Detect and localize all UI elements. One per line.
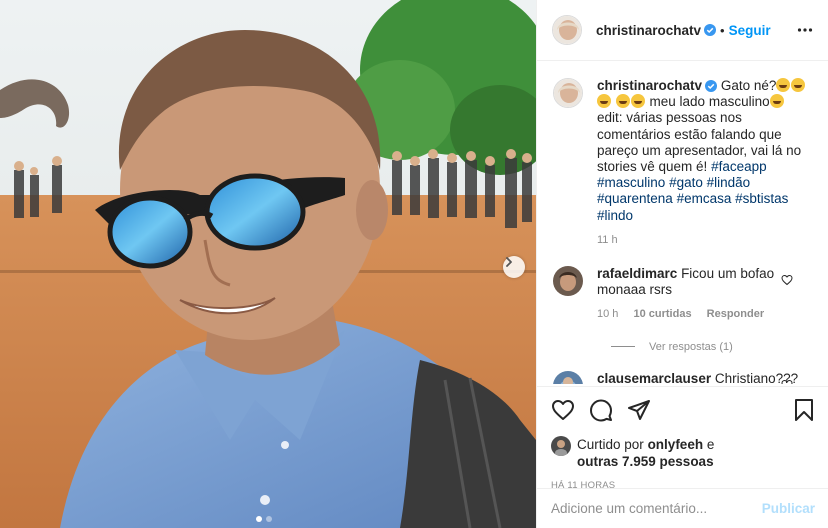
comment-composer: Publicar [537,488,828,528]
liker-avatar[interactable] [551,436,571,456]
hashtag-link[interactable]: #sbtistas [735,191,788,206]
replies-divider [611,346,635,348]
more-horizontal-icon[interactable] [797,22,813,38]
carousel-dot [266,516,272,522]
author-username[interactable]: christinarochatv [596,23,701,38]
avatar-image [551,436,571,456]
comment-row: clausemarclauser Christiano??? [553,370,813,384]
hashtag-link[interactable]: #emcasa [677,191,732,206]
avatar-image [553,266,583,297]
comment-text: rafaeldimarc Ficou um bofao monaaa rsrs … [597,266,797,323]
comment-input[interactable] [551,501,762,516]
caption-time[interactable]: 11 h [597,232,813,248]
commenter-avatar[interactable] [553,370,583,384]
smile-emoji-icon [769,94,784,109]
like-button[interactable] [551,398,575,422]
comment-bubble-icon [590,399,612,422]
instagram-post: christinarochatv • Seguir christinarocha… [0,0,828,528]
save-button[interactable] [793,398,815,422]
hashtag-link[interactable]: #masculino [597,175,665,190]
carousel-next-button[interactable] [503,256,525,278]
caption-username[interactable]: christinarochatv [597,78,702,93]
chevron-right-icon [506,257,512,267]
post-sidebar: christinarochatv • Seguir christinarocha… [536,0,828,528]
carousel-indicator [256,516,272,522]
carousel-dot [256,516,262,522]
caption-prefix: Gato né? [720,78,777,93]
action-icons [551,397,815,423]
heart-icon [552,400,574,420]
post-header: christinarochatv • Seguir [537,0,828,61]
verified-badge-icon [704,24,717,36]
comment-meta: 10 h 10 curtidas Responder [597,306,797,322]
share-button[interactable] [627,398,651,422]
follow-button[interactable]: Seguir [729,23,771,38]
commenter-username[interactable]: clausemarclauser [597,371,711,384]
liker-username[interactable]: onlyfeeh [648,437,704,452]
avatar-image [554,79,582,107]
likes-count-link[interactable]: outras 7.959 pessoas [577,454,714,469]
caption-avatar[interactable] [553,78,583,108]
comment-row: rafaeldimarc Ficou um bofao monaaa rsrs … [553,266,813,323]
hashtag-link[interactable]: #lindão [707,175,751,190]
laughing-emoji-icon [615,94,630,109]
liked-by: Curtido por onlyfeeh e outras 7.959 pess… [551,436,815,470]
post-actions: Curtido por onlyfeeh e outras 7.959 pess… [537,386,828,491]
hashtag-link[interactable]: #gato [669,175,703,190]
hashtag-link[interactable]: #faceapp [711,159,767,174]
laughing-emoji-icon [630,94,645,109]
photo-illustration [0,0,536,528]
heart-icon[interactable] [781,274,793,286]
avatar-image [553,370,583,384]
hashtag-link[interactable]: #lindo [597,208,633,223]
publish-button[interactable]: Publicar [762,501,815,516]
liked-by-prefix: Curtido por [577,437,644,452]
comment-text: clausemarclauser Christiano??? [597,371,798,384]
commenter-username[interactable]: rafaeldimarc [597,266,677,281]
caption-body: edit: várias pessoas nos comentários est… [597,110,802,175]
liked-by-text: Curtido por onlyfeeh e outras 7.959 pess… [577,437,714,470]
avatar-image [553,16,581,44]
rofl-emoji-icon [791,78,806,92]
laughing-emoji-icon [597,94,611,109]
heart-icon[interactable] [781,379,793,384]
paper-plane-icon [628,400,650,420]
liked-by-joiner: e [706,437,715,452]
caption-text: christinarochatv Gato né? meu lado mascu… [597,78,813,248]
caption-middle: meu lado masculino [649,94,770,110]
post-photo[interactable] [0,0,536,528]
view-replies-label: Ver respostas (1) [649,340,733,353]
comment-time[interactable]: 10 h [597,308,618,320]
laughing-emoji-icon [776,78,791,92]
comments-list[interactable]: christinarochatv Gato né? meu lado mascu… [537,62,828,384]
header-separator: • [720,22,725,38]
comment-button[interactable] [589,398,613,422]
caption-row: christinarochatv Gato né? meu lado mascu… [553,78,813,248]
hashtag-link[interactable]: #quarentena [597,191,673,206]
view-replies-button[interactable]: Ver respostas (1) [611,341,813,353]
reply-button[interactable]: Responder [707,308,764,320]
comment-likes[interactable]: 10 curtidas [633,308,691,320]
bookmark-icon [795,399,813,421]
commenter-avatar[interactable] [553,266,583,297]
verified-badge-icon [705,80,718,92]
author-avatar[interactable] [552,15,582,45]
